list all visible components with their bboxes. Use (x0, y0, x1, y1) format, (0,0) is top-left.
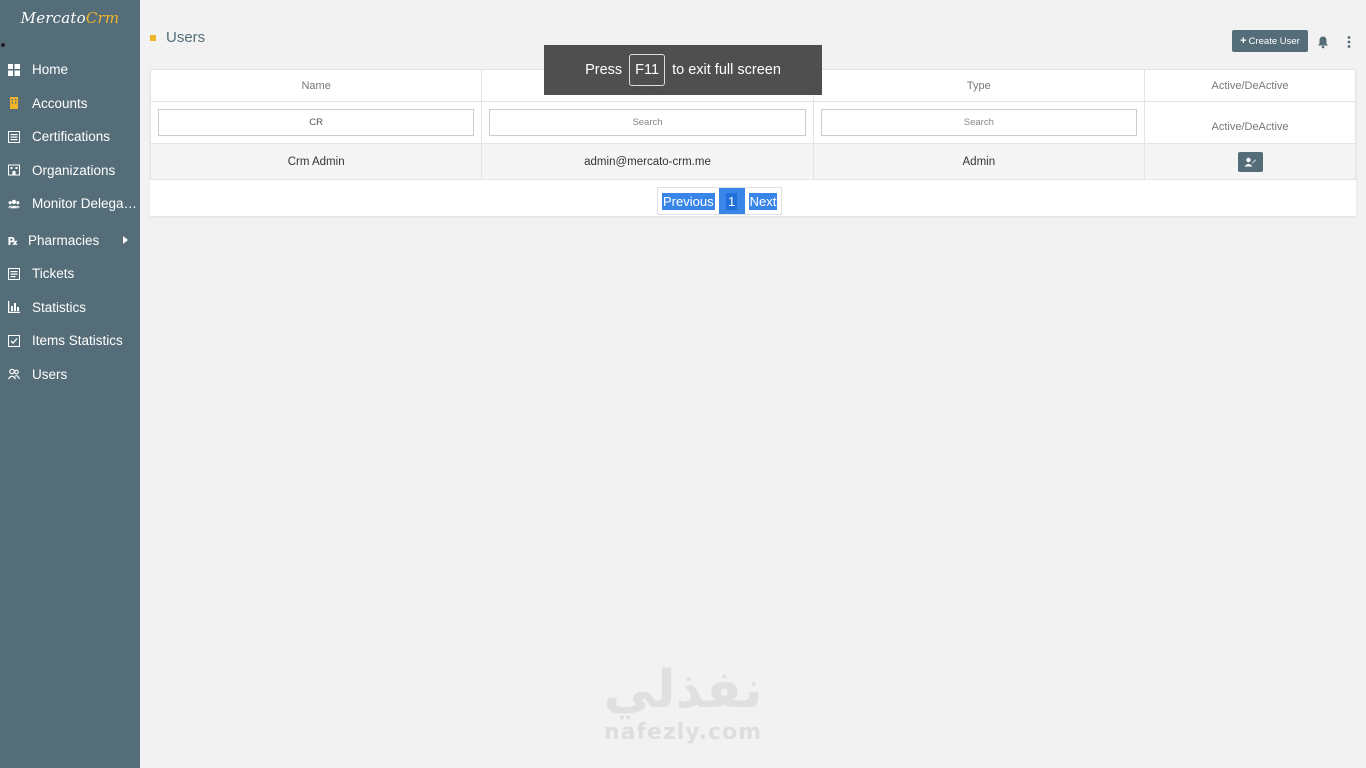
checklist-icon (8, 334, 20, 347)
create-user-label: Create User (1248, 35, 1300, 47)
sidebar-nav: Home Accounts Certifications Organizatio… (0, 53, 140, 391)
sidebar-item-label: Users (32, 366, 68, 382)
filter-cell-type (812, 101, 1146, 144)
decor-dot (1, 43, 5, 47)
email-filter-input[interactable] (489, 109, 806, 136)
sidebar-item-label: Pharmacies (28, 232, 100, 248)
sidebar-item-label: Items Statistics (32, 333, 123, 349)
watermark-latin: nafezly.com (603, 720, 763, 745)
sidebar-item-label: Certifications (32, 129, 111, 145)
sidebar-item-monitor-delegates[interactable]: Monitor Delegates (0, 187, 140, 221)
pagination-next-button[interactable]: Next (745, 188, 782, 214)
cell-email: admin@mercato-crm.me (481, 143, 814, 180)
cell-name: Crm Admin (149, 143, 483, 180)
sidebar-item-home[interactable]: Home (0, 53, 140, 87)
plus-icon: + (1240, 35, 1247, 47)
bell-icon[interactable] (1316, 35, 1330, 49)
sidebar-item-pharmacies[interactable]: ℞ Pharmacies (0, 224, 140, 258)
sidebar-item-label: Statistics (32, 299, 87, 315)
sidebar-item-tickets[interactable]: Tickets (0, 257, 140, 291)
sidebar: MercatoCrm Home Accounts Certifications (0, 0, 140, 768)
sidebar-item-label: Home (32, 62, 69, 78)
toast-before: Press (585, 62, 623, 78)
page-title: Users (166, 29, 206, 46)
fullscreen-toast: Press F11 to exit full screen (544, 45, 822, 95)
sidebar-item-statistics[interactable]: Statistics (0, 291, 140, 325)
more-options-icon[interactable] (1343, 35, 1355, 49)
active-filter-label: Active/DeActive (1211, 120, 1289, 133)
logo-accent: Crm (85, 9, 120, 27)
page-number: 1 (725, 192, 738, 210)
toggle-user-button[interactable] (1237, 151, 1263, 172)
column-header-type[interactable]: Type (812, 69, 1146, 102)
next-label: Next (748, 192, 778, 210)
table-row: Crm Admin admin@mercato-crm.me Admin (149, 143, 1356, 180)
bar-chart-icon (8, 301, 20, 314)
watermark-arabic: نفذلي (603, 660, 763, 720)
user-edit-icon (1244, 157, 1256, 166)
logo-main: Mercato (20, 9, 86, 27)
filter-cell-name (149, 101, 483, 144)
filter-row: Active/DeActive (149, 101, 1356, 144)
chevron-right-icon (123, 236, 128, 245)
sidebar-item-items-statistics[interactable]: Items Statistics (0, 324, 140, 358)
group-icon (8, 198, 20, 210)
toast-after: to exit full screen (672, 62, 781, 78)
app-logo[interactable]: Mercato Crm (0, 0, 140, 36)
list-doc-icon (8, 130, 20, 143)
ticket-list-icon (8, 267, 20, 280)
home-grid-icon (8, 63, 20, 76)
sidebar-item-accounts[interactable]: Accounts (0, 87, 140, 121)
cell-type: Admin (812, 143, 1146, 180)
sidebar-item-users[interactable]: Users (0, 358, 140, 392)
column-header-name[interactable]: Name (149, 69, 483, 102)
pagination-previous-button[interactable]: Previous (658, 188, 719, 214)
bank-icon (8, 164, 20, 176)
sidebar-item-organizations[interactable]: Organizations (0, 154, 140, 188)
title-bullet (150, 35, 156, 41)
building-icon (8, 97, 20, 110)
column-header-active[interactable]: Active/DeActive (1144, 69, 1356, 102)
filter-cell-active: Active/DeActive (1144, 101, 1356, 144)
previous-label: Previous (662, 192, 715, 210)
sidebar-item-label: Accounts (32, 95, 88, 111)
name-filter-input[interactable] (158, 109, 475, 136)
users-icon (8, 368, 20, 380)
sidebar-item-label: Monitor Delegates (32, 196, 140, 212)
sidebar-item-label: Tickets (32, 266, 75, 282)
sidebar-item-label: Organizations (32, 162, 116, 178)
filter-cell-email (481, 101, 814, 144)
type-filter-input[interactable] (820, 109, 1137, 136)
cell-active (1144, 143, 1356, 180)
rx-icon: ℞ (8, 234, 20, 246)
create-user-button[interactable]: + Create User (1232, 30, 1308, 52)
pagination: Previous 1 Next (657, 187, 783, 215)
sidebar-item-certifications[interactable]: Certifications (0, 120, 140, 154)
svg-text:℞: ℞ (8, 235, 18, 246)
watermark: نفذلي nafezly.com (598, 660, 768, 755)
toast-key: F11 (629, 54, 666, 86)
pagination-page-button[interactable]: 1 (718, 188, 745, 214)
